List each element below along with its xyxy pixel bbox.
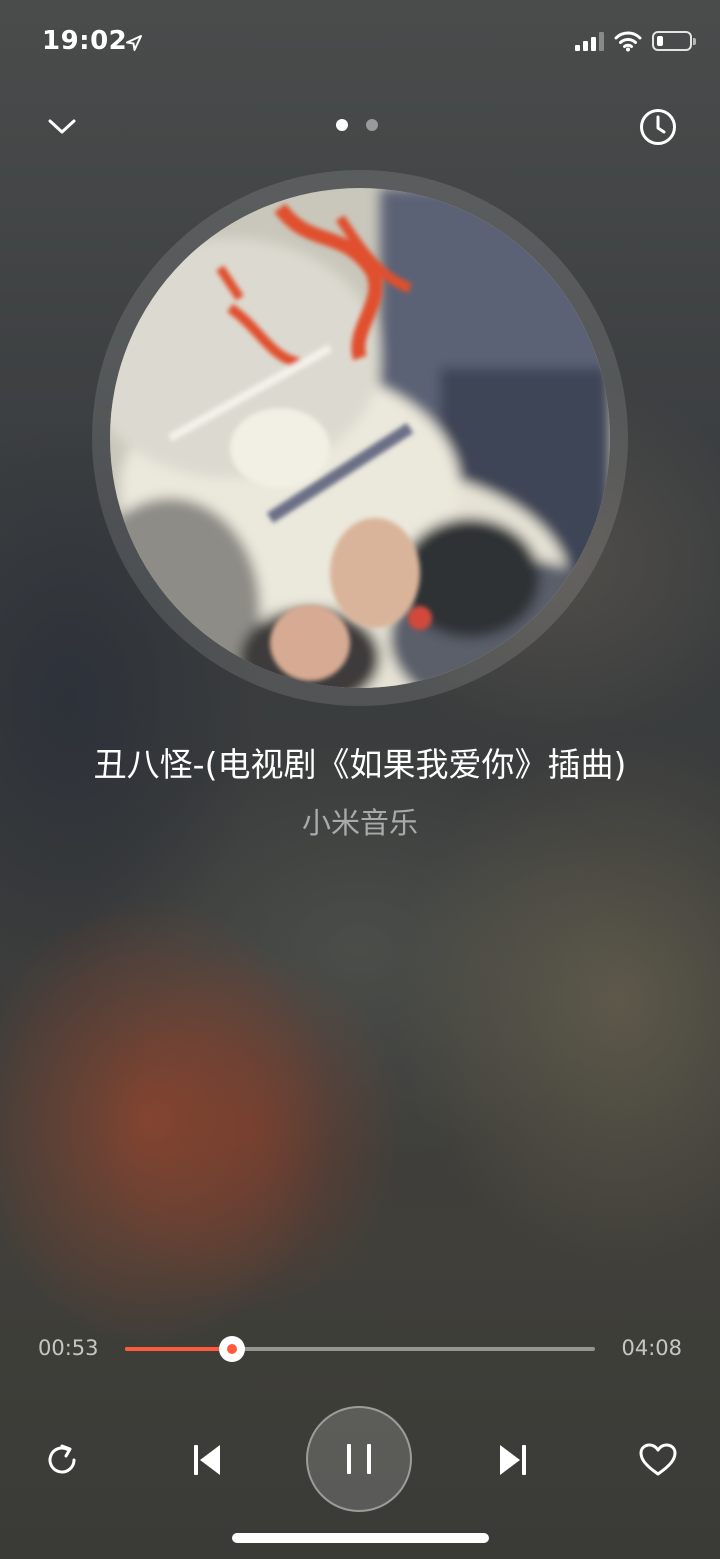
repeat-icon	[48, 1444, 76, 1474]
wifi-icon	[614, 31, 642, 52]
current-time: 00:53	[38, 1336, 99, 1360]
status-time: 19:02	[42, 26, 128, 56]
skip-next-icon	[500, 1445, 526, 1475]
pause-icon	[347, 1444, 371, 1474]
total-time: 04:08	[621, 1336, 682, 1360]
favorite-button[interactable]	[634, 1436, 682, 1484]
repeat-button[interactable]	[38, 1436, 86, 1484]
progress-fill	[125, 1347, 232, 1351]
page-dot-1[interactable]	[336, 119, 348, 131]
heart-outline-icon	[639, 1443, 677, 1476]
progress-track[interactable]	[125, 1336, 595, 1362]
history-button[interactable]	[634, 103, 682, 151]
clock-icon	[640, 109, 676, 145]
battery-level	[657, 36, 664, 46]
page-indicator[interactable]	[336, 119, 378, 131]
collapse-button[interactable]	[38, 103, 86, 151]
skip-previous-icon	[194, 1445, 220, 1475]
next-button[interactable]	[490, 1436, 538, 1484]
progress-handle[interactable]	[218, 1336, 245, 1362]
location-arrow-icon	[126, 35, 142, 51]
status-icons	[575, 30, 696, 52]
chevron-down-icon	[48, 119, 76, 134]
song-title: 丑八怪-(电视剧《如果我爱你》插曲)	[93, 745, 627, 784]
album-cover-art	[110, 188, 610, 688]
artist-name[interactable]: 小米音乐	[0, 800, 720, 842]
previous-button[interactable]	[182, 1436, 230, 1484]
album-cover[interactable]	[110, 188, 610, 688]
home-indicator[interactable]	[232, 1533, 489, 1543]
play-pause-button[interactable]	[306, 1406, 412, 1512]
battery-icon	[652, 31, 696, 51]
page-dot-2[interactable]	[366, 119, 378, 131]
cellular-signal-icon	[575, 31, 604, 51]
